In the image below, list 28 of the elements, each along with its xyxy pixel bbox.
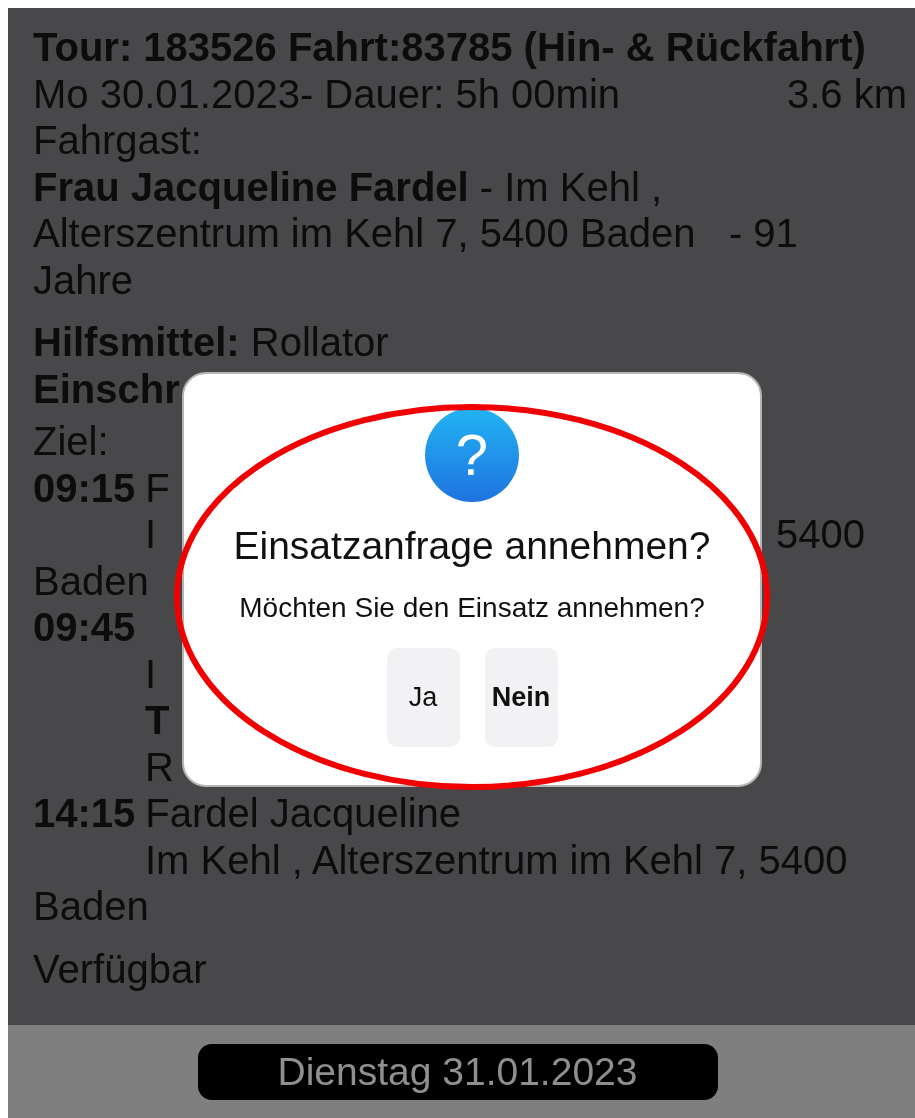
stop-detail: Im Kehl , Alterszentrum im Kehl 7, 5400 bbox=[145, 836, 848, 883]
restriction-label: Einschr bbox=[33, 366, 180, 411]
passenger-label: Fahrgast: bbox=[33, 117, 203, 164]
date-duration: Mo 30.01.2023- Dauer: 5h 00min bbox=[33, 70, 621, 117]
dialog-button[interactable]: Nein bbox=[484, 648, 558, 747]
question-icon: ? bbox=[425, 408, 519, 502]
status-text: Verfügbar bbox=[33, 946, 207, 991]
aid-info: Hilfsmittel: Rollator bbox=[33, 319, 390, 366]
stop-detail: R bbox=[145, 743, 174, 790]
stop-name: Fardel Jacqueline bbox=[145, 791, 462, 835]
stop-time: 09:45 bbox=[33, 605, 136, 649]
stop-time: 09:15 bbox=[33, 465, 136, 510]
tour-title: Tour: 183526 Fahrt:83785 (Hin- & Rückfahrt) bbox=[33, 24, 867, 71]
dialog-title: Einsatzanfrage annehmen? bbox=[233, 524, 711, 568]
dialog-button[interactable]: Ja bbox=[386, 648, 460, 747]
stop-detail: Baden bbox=[33, 558, 149, 603]
stop-detail: I bbox=[145, 650, 157, 697]
stop-detail: T bbox=[145, 697, 170, 744]
dialog-message: Möchten Sie den Einsatz annehmen? bbox=[239, 592, 705, 624]
date-button[interactable]: Dienstag 31.01.2023 bbox=[197, 1043, 718, 1100]
stop-detail: I bbox=[145, 511, 157, 558]
stop-time: 14:15 bbox=[33, 791, 136, 835]
distance: 3.6 km bbox=[786, 70, 907, 117]
passenger-details: Frau Jacqueline Fardel - Im Kehl , Alterszentrum im Kehl 7, 5400 Baden - 91 Jahre bbox=[33, 163, 799, 303]
stop-detail: Baden bbox=[33, 884, 149, 928]
stop-detail: 5400 bbox=[776, 511, 865, 558]
destination-label: Ziel: bbox=[33, 419, 109, 463]
stop-name: F bbox=[145, 465, 170, 510]
